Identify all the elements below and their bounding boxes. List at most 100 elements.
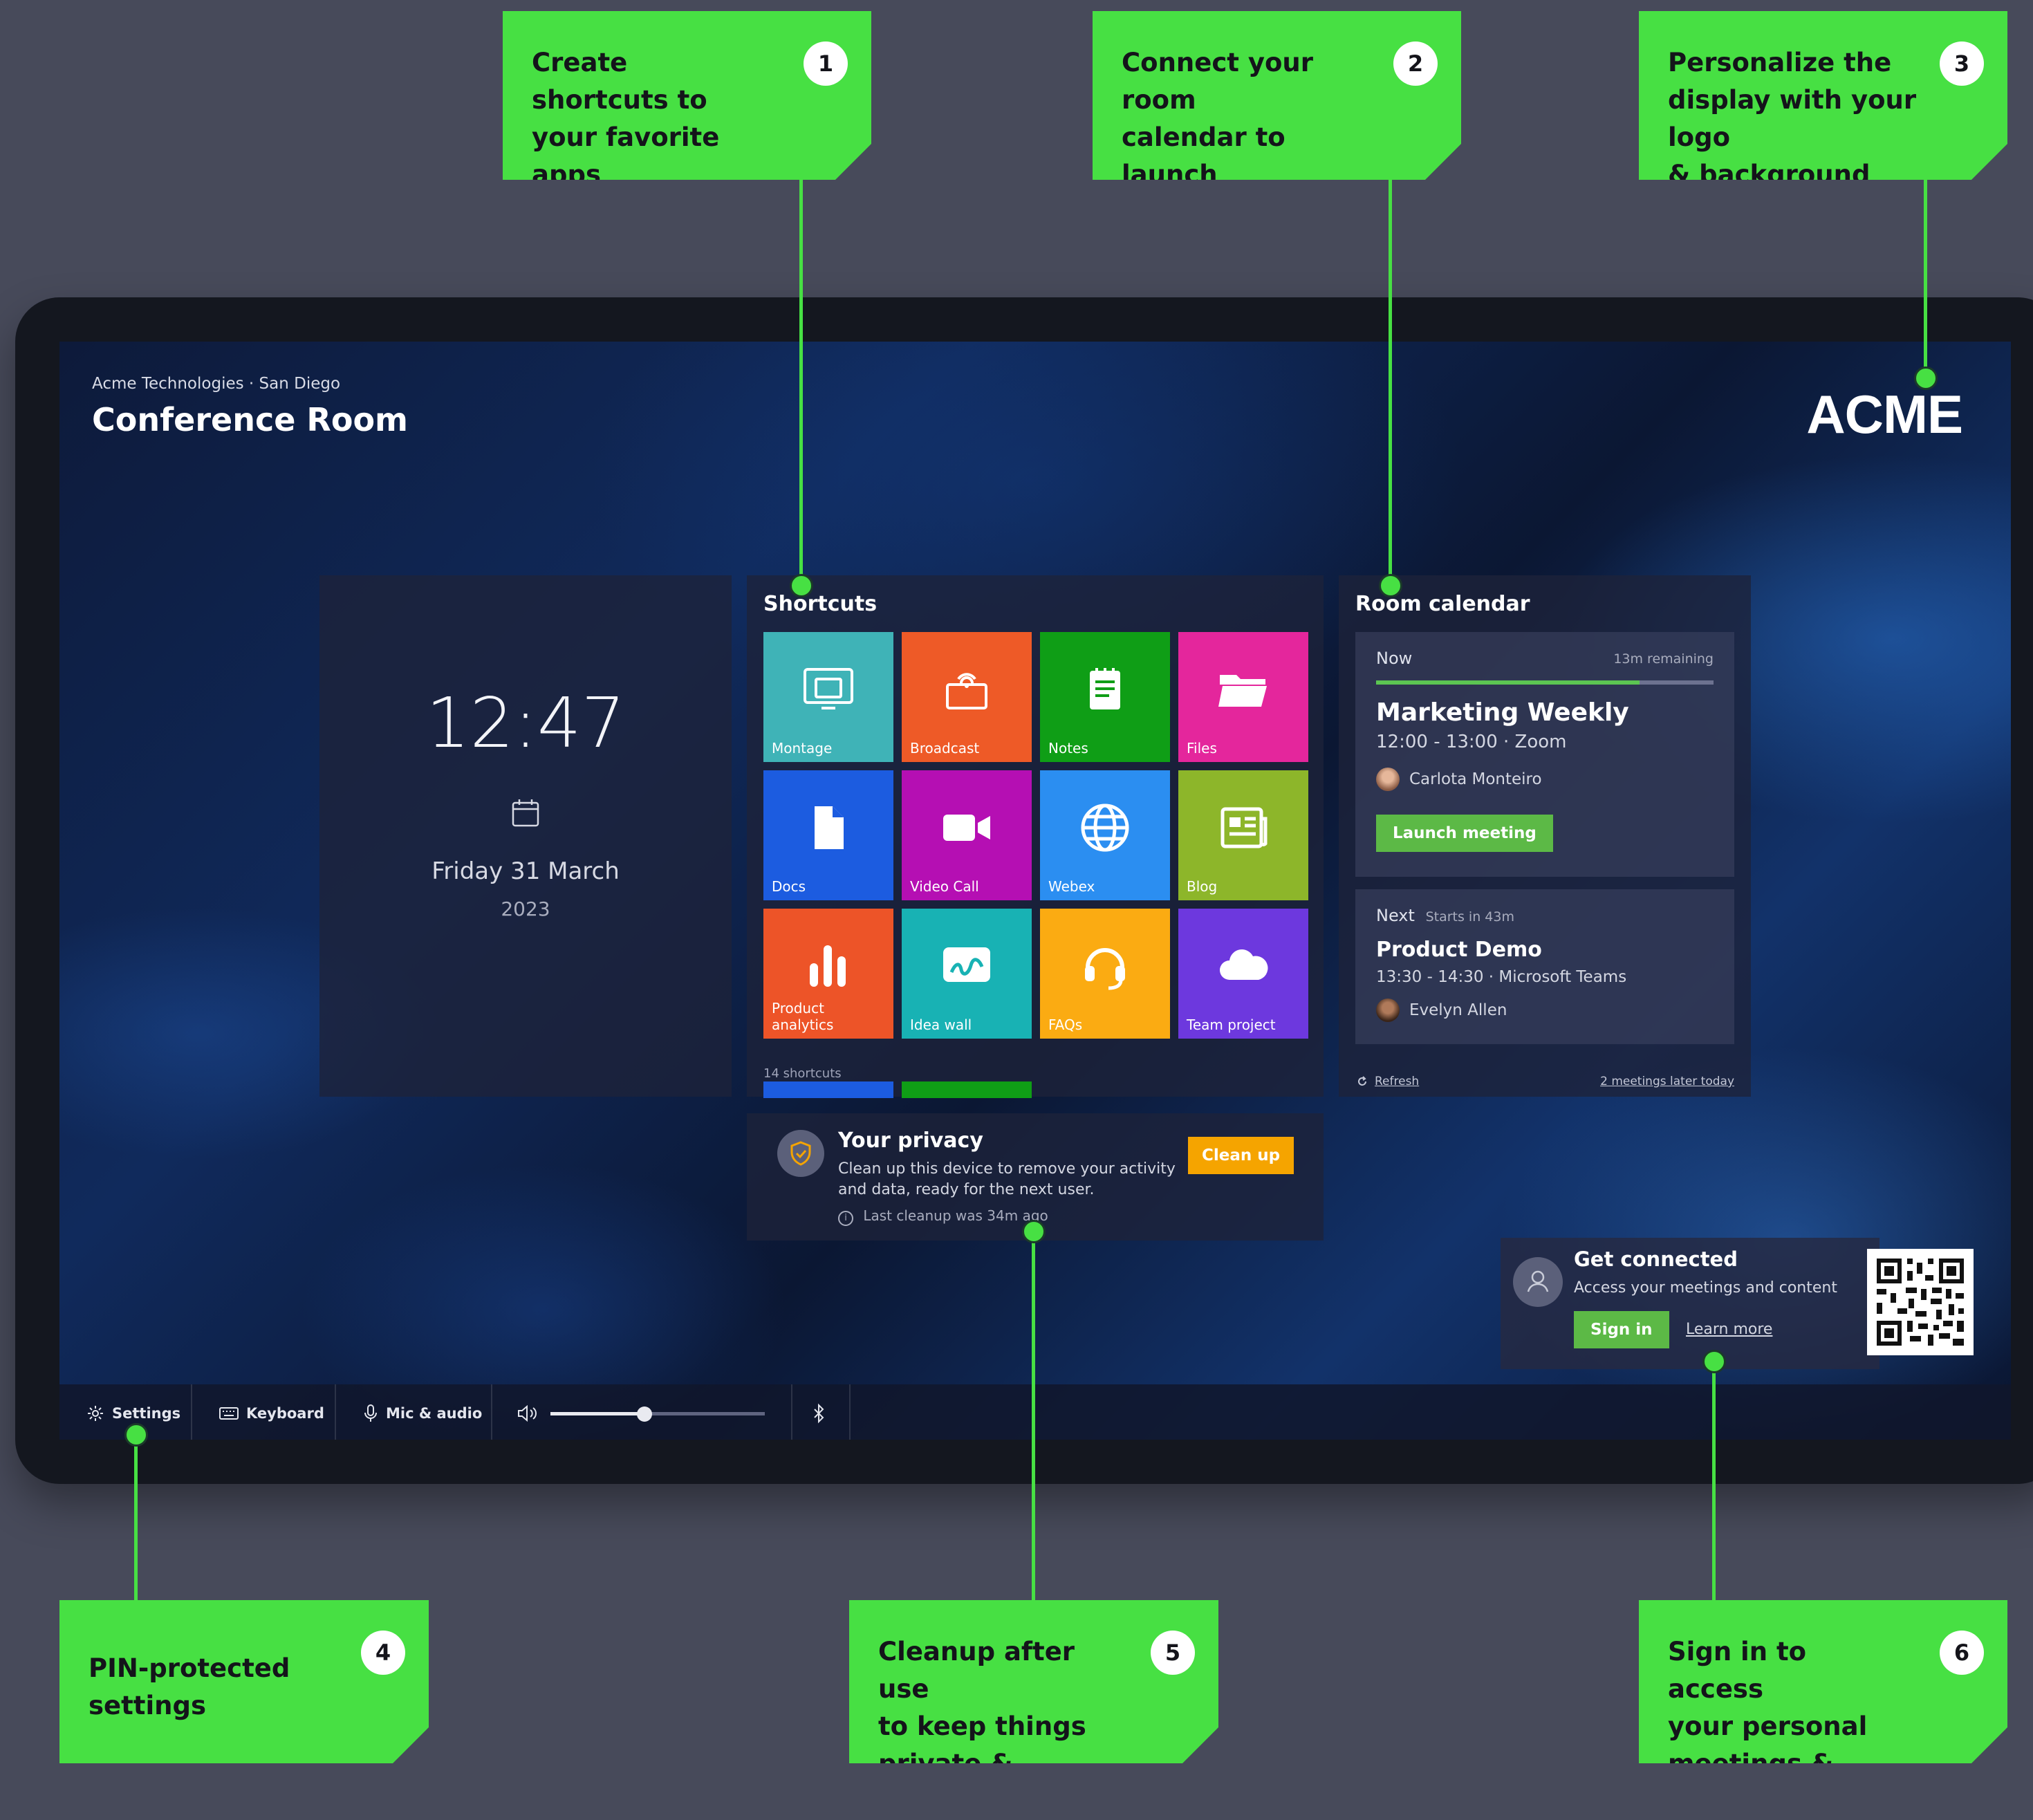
volume-control [516,1384,546,1440]
partial-tile [763,1081,893,1098]
bluetooth-button[interactable] [812,1384,833,1440]
settings-label: Settings [112,1405,181,1422]
shortcut-label: Broadcast [910,740,980,756]
callout-text: Personalize the display with your logo &… [1668,48,1917,189]
connector-dot [1379,574,1402,597]
shortcut-label: Files [1187,740,1217,756]
shortcut-tile-files[interactable]: Files [1178,632,1308,762]
connector-line [1032,1231,1035,1601]
meeting-time: 12:00 - 13:00 · Zoom [1376,732,1567,752]
folder-icon [1218,674,1267,707]
divider [191,1384,192,1440]
next-meeting-card[interactable]: Next Starts in 43m Product Demo 13:30 - … [1355,889,1734,1044]
gear-icon [88,1406,103,1421]
shortcut-label: Webex [1048,878,1095,895]
shortcut-label: Product analytics [772,1000,834,1033]
headset-icon [1085,947,1125,990]
avatar [1376,999,1400,1022]
time-remaining: 13m remaining [1613,651,1714,667]
privacy-description: Clean up this device to remove your acti… [838,1160,1176,1198]
last-cleanup-text: Last cleanup was 34m ago [863,1207,1048,1224]
clock-panel: 12:47 Friday 31 March 2023 [319,575,732,1097]
microphone-icon [364,1404,377,1422]
shortcut-label: Idea wall [910,1016,972,1033]
connector-line [799,180,803,585]
globe-icon [1081,804,1129,852]
learn-more-link[interactable]: Learn more [1686,1321,1772,1338]
speaker-icon[interactable] [516,1404,539,1423]
next-label: Next Starts in 43m [1376,906,1514,925]
now-label: Now [1376,649,1413,668]
avatar [1376,768,1400,791]
shortcut-tile-idea-wall[interactable]: Idea wall [902,909,1032,1039]
organizer-name: Carlota Monteiro [1409,770,1542,788]
shortcuts-title: Shortcuts [763,592,878,616]
volume-slider[interactable] [550,1406,765,1422]
shortcut-tile-broadcast[interactable]: Broadcast [902,632,1032,762]
shortcut-label: Notes [1048,740,1088,756]
bar-chart-icon [810,945,846,987]
current-meeting-card: Now 13m remaining Marketing Weekly 12:00… [1355,632,1734,877]
qr-code[interactable] [1867,1249,1974,1355]
callout-calendar: Connect your room calendar to launch cal… [1093,11,1461,180]
callout-number: 1 [804,41,848,86]
whiteboard-icon [943,947,990,982]
shortcut-tile-notes[interactable]: Notes [1040,632,1170,762]
shortcut-tile-product-analytics[interactable]: Product analytics [763,909,893,1039]
refresh-icon[interactable] [1355,1075,1369,1088]
later-meetings-link[interactable]: 2 meetings later today [1600,1075,1734,1088]
callout-shortcuts: Create shortcuts to your favorite apps &… [503,11,871,180]
meeting-time: 13:30 - 14:30 · Microsoft Teams [1376,968,1627,986]
connector-line [134,1436,138,1601]
clock-time: 12:47 [425,682,626,763]
organization-location: Acme Technologies · San Diego [92,375,341,393]
get-connected-description: Access your meetings and content [1574,1279,1837,1297]
display-screen: Acme Technologies · San Diego Conference… [59,342,2011,1440]
broadcast-icon [946,672,987,709]
shortcut-label: Video Call [910,878,979,895]
shield-icon [777,1130,824,1177]
shortcut-tile-docs[interactable]: Docs [763,770,893,900]
calendar-footer: Refresh 2 meetings later today [1355,1075,1734,1088]
shortcut-tile-blog[interactable]: Blog [1178,770,1308,900]
clean-up-button[interactable]: Clean up [1188,1137,1294,1174]
keyboard-button[interactable]: Keyboard [219,1384,324,1440]
shortcut-tile-team-project[interactable]: Team project [1178,909,1308,1039]
shortcuts-panel: Shortcuts Montage Broadcast Notes Files Docs… [747,575,1324,1098]
refresh-link[interactable]: Refresh [1375,1075,1419,1088]
shortcut-label: Team project [1187,1016,1276,1033]
person-icon [1513,1257,1563,1307]
last-cleanup: i Last cleanup was 34m ago [838,1207,1048,1226]
keyboard-icon [219,1407,239,1420]
shortcuts-count: 14 shortcuts [763,1066,842,1081]
next-label-text: Next [1376,906,1415,925]
montage-icon [804,667,853,709]
connector-dot [1022,1220,1046,1243]
meeting-title: Product Demo [1376,938,1542,962]
bluetooth-icon [814,1403,824,1424]
shortcut-label: Montage [772,740,833,756]
launch-meeting-button[interactable]: Launch meeting [1376,815,1553,852]
callout-text: Sign in to access your personal meetings… [1668,1637,1868,1816]
starts-in: Starts in 43m [1425,909,1514,925]
sign-in-button[interactable]: Sign in [1574,1311,1669,1348]
video-camera-icon [943,814,990,841]
mic-audio-button[interactable]: Mic & audio [362,1384,482,1440]
shortcut-tile-video-call[interactable]: Video Call [902,770,1032,900]
callout-settings: PIN-protected settings 4 [59,1600,429,1763]
get-connected-title: Get connected [1574,1247,1738,1271]
cloud-icon [1220,949,1268,980]
privacy-title: Your privacy [838,1129,983,1153]
shortcut-tile-webex[interactable]: Webex [1040,770,1170,900]
callout-text: Create shortcuts to your favorite apps &… [532,48,720,227]
callout-text: Cleanup after use to keep things private… [878,1637,1086,1816]
volume-knob[interactable] [637,1406,653,1422]
divider [335,1384,336,1440]
callout-signin: Sign in to access your personal meetings… [1639,1600,2007,1763]
calendar-title: Room calendar [1355,592,1530,616]
callout-number: 4 [361,1631,405,1675]
shortcut-tile-faqs[interactable]: FAQs [1040,909,1170,1039]
notes-icon [1090,667,1120,709]
callout-text: Connect your room calendar to launch cal… [1122,48,1335,227]
shortcut-tile-montage[interactable]: Montage [763,632,893,762]
